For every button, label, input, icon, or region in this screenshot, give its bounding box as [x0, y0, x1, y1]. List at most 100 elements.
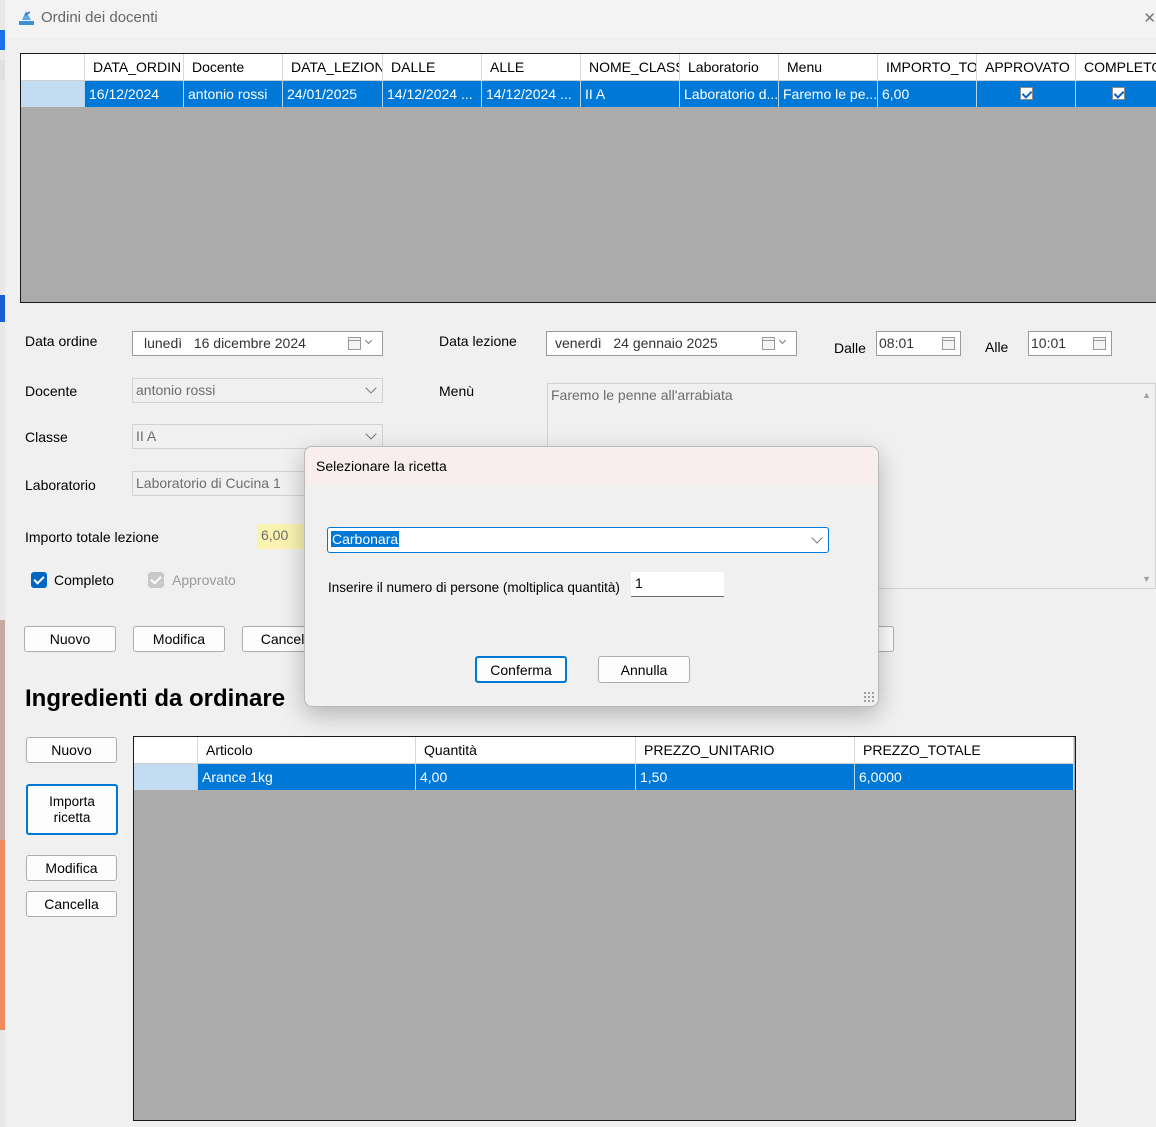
dalle-label: Dalle	[834, 340, 866, 356]
classe-value: II A	[136, 428, 157, 444]
docente-select[interactable]: antonio rossi	[132, 378, 383, 403]
recipe-dialog: Selezionare la ricetta Carbonara Inserir…	[304, 446, 879, 707]
column-header[interactable]: PREZZO_TOTALE	[855, 737, 1074, 763]
scroll-up-icon[interactable]: ▲	[1142, 390, 1151, 400]
cell-articolo[interactable]: Arance 1kg	[198, 764, 416, 790]
column-header[interactable]: Quantità	[416, 737, 636, 763]
completo-label: Completo	[54, 572, 114, 588]
ingredient-edit-button[interactable]: Modifica	[26, 855, 117, 881]
chevron-down-icon[interactable]	[364, 336, 373, 345]
import-recipe-button[interactable]: Importa ricetta	[26, 784, 118, 835]
close-icon[interactable]: ✕	[1143, 9, 1156, 27]
cell-dalle[interactable]: 14/12/2024 ...	[383, 81, 482, 107]
cell-completo[interactable]	[1076, 81, 1156, 107]
menu-value: Faremo le penne all'arrabiata	[551, 387, 733, 403]
cancel-button[interactable]: Annulla	[598, 656, 690, 683]
cell-data-ordine[interactable]: 16/12/2024	[85, 81, 184, 107]
chevron-down-icon[interactable]	[811, 532, 823, 544]
persons-input[interactable]: 1	[631, 572, 724, 597]
row-header[interactable]	[134, 764, 198, 790]
chevron-down-icon[interactable]	[365, 428, 377, 440]
ingredient-delete-button[interactable]: Cancella	[26, 891, 117, 917]
column-header[interactable]: ALLE	[482, 54, 581, 80]
cell-alle[interactable]: 14/12/2024 ...	[482, 81, 581, 107]
approvato-label: Approvato	[172, 572, 236, 588]
column-header[interactable]: DATA_LEZION	[283, 54, 383, 80]
column-header[interactable]: DALLE	[383, 54, 482, 80]
title-bar: Ordini dei docenti ✕	[5, 0, 1156, 38]
column-header[interactable]: Menu	[779, 54, 878, 80]
orders-grid-header: DATA_ORDIN Docente DATA_LEZION DALLE ALL…	[21, 54, 1156, 81]
cell-data-lezione[interactable]: 24/01/2025	[283, 81, 383, 107]
persons-label: Inserire il numero di persone (moltiplic…	[328, 580, 620, 595]
checkbox-checked-icon[interactable]	[31, 572, 47, 588]
alle-time-picker[interactable]: 10:01	[1028, 331, 1112, 356]
ingredients-title: Ingredienti da ordinare	[25, 685, 286, 712]
column-header[interactable]: NOME_CLASS	[581, 54, 680, 80]
import-recipe-label-1: Importa	[49, 794, 95, 809]
checkbox-checked-icon	[148, 572, 164, 588]
recipe-select[interactable]: Carbonara	[327, 527, 829, 553]
approvato-cell-checkbox[interactable]	[1019, 87, 1033, 100]
importo-label: Importo totale lezione	[25, 529, 159, 545]
dalle-value: 08:01	[879, 335, 915, 351]
docente-value: antonio rossi	[136, 382, 216, 398]
row-header[interactable]	[21, 81, 85, 107]
column-header[interactable]: IMPORTO_TO	[878, 54, 977, 80]
table-row[interactable]: 16/12/2024 antonio rossi 24/01/2025 14/1…	[21, 81, 1156, 107]
chevron-down-icon[interactable]	[365, 382, 377, 394]
data-ordine-picker[interactable]: lunedì 16 dicembre 2024	[132, 331, 383, 356]
confirm-button[interactable]: Conferma	[475, 656, 567, 683]
dalle-time-picker[interactable]: 08:01	[876, 331, 961, 356]
ingredients-grid[interactable]: Articolo Quantità PREZZO_UNITARIO PREZZO…	[133, 736, 1076, 1121]
cell-menu[interactable]: Faremo le pe...	[779, 81, 878, 107]
ingredient-new-button[interactable]: Nuovo	[26, 737, 117, 763]
approvato-checkbox[interactable]: Approvato	[148, 572, 268, 592]
cell-nome-classe[interactable]: II A	[581, 81, 680, 107]
order-edit-button[interactable]: Modifica	[133, 626, 225, 652]
recipe-selected-value: Carbonara	[331, 531, 400, 547]
table-row[interactable]: Arance 1kg 4,00 1,50 6,0000	[134, 764, 1074, 790]
orders-grid[interactable]: DATA_ORDIN Docente DATA_LEZION DALLE ALL…	[20, 53, 1156, 303]
classe-label: Classe	[25, 429, 68, 445]
docente-label: Docente	[25, 383, 78, 399]
data-lezione-day: venerdì	[555, 335, 602, 351]
import-recipe-label-2: ricetta	[53, 810, 91, 825]
data-ordine-date: 16 dicembre 2024	[193, 335, 306, 351]
resize-grip-icon[interactable]	[863, 691, 875, 703]
calendar-icon[interactable]	[762, 337, 775, 350]
completo-cell-checkbox[interactable]	[1111, 87, 1125, 100]
calendar-icon[interactable]	[1093, 337, 1106, 350]
column-header[interactable]: Docente	[184, 54, 283, 80]
column-header[interactable]: PREZZO_UNITARIO	[636, 737, 855, 763]
scroll-down-icon[interactable]: ▼	[1142, 574, 1151, 584]
data-ordine-day: lunedì	[144, 335, 183, 351]
completo-checkbox[interactable]: Completo	[31, 572, 151, 592]
calendar-icon[interactable]	[942, 337, 955, 350]
cell-approvato[interactable]	[977, 81, 1076, 107]
cell-docente[interactable]: antonio rossi	[184, 81, 283, 107]
column-header[interactable]: Laboratorio	[680, 54, 779, 80]
cell-laboratorio[interactable]: Laboratorio d...	[680, 81, 779, 107]
cell-quantita[interactable]: 4,00	[416, 764, 636, 790]
cell-prezzo-unitario[interactable]: 1,50	[636, 764, 855, 790]
data-lezione-picker[interactable]: venerdì 24 gennaio 2025	[546, 331, 797, 356]
cell-prezzo-totale[interactable]: 6,0000	[855, 764, 1074, 790]
column-header[interactable]: COMPLETO	[1076, 54, 1156, 80]
column-header[interactable]: Articolo	[198, 737, 416, 763]
menu-label: Menù	[439, 383, 475, 399]
app-icon	[18, 9, 35, 26]
grid-corner	[21, 54, 85, 80]
cell-importo[interactable]: 6,00	[878, 81, 977, 107]
data-ordine-label: Data ordine	[25, 333, 98, 349]
calendar-icon[interactable]	[348, 337, 361, 350]
column-header[interactable]: APPROVATO	[977, 54, 1076, 80]
order-new-button[interactable]: Nuovo	[24, 626, 116, 652]
alle-label: Alle	[985, 339, 1009, 355]
chevron-down-icon[interactable]	[778, 336, 787, 345]
background-window-edge	[0, 0, 5, 1127]
importo-field[interactable]: 6,00	[258, 524, 308, 549]
alle-value: 10:01	[1031, 335, 1067, 351]
data-lezione-label: Data lezione	[439, 333, 517, 349]
column-header[interactable]: DATA_ORDIN	[85, 54, 184, 80]
